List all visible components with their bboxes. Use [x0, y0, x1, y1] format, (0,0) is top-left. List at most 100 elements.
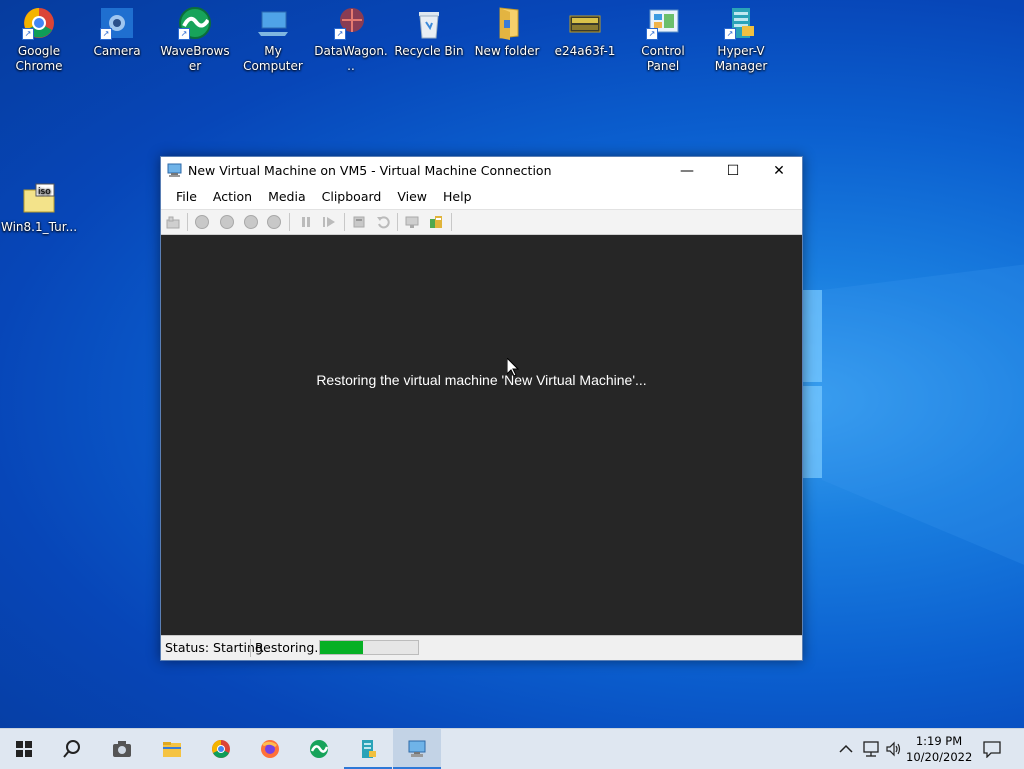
search-icon [63, 740, 80, 758]
menu-action[interactable]: Action [205, 185, 260, 204]
title-bar[interactable]: New Virtual Machine on VM5 - Virtual Mac… [161, 157, 802, 185]
desktop-icon-label: Win8.1_Tur... [1, 220, 78, 234]
menu-file[interactable]: File [168, 185, 205, 204]
hyperv-manager-icon: ↗ [724, 6, 758, 40]
firefox-icon [261, 740, 279, 758]
toolbar-separator [344, 213, 345, 231]
shortcut-arrow-icon: ↗ [100, 28, 112, 40]
taskbar-camera[interactable] [98, 729, 146, 769]
shortcut-arrow-icon: ↗ [724, 28, 736, 40]
restoring-message: Restoring the virtual machine 'New Virtu… [316, 372, 647, 388]
desktop-icon-my-computer[interactable]: My Computer [235, 0, 311, 74]
ctrl-alt-del-icon[interactable] [166, 215, 180, 229]
desktop-icon-wavebrowser[interactable]: ↗ WaveBrowser [157, 0, 233, 74]
shortcut-arrow-icon: ↗ [22, 28, 34, 40]
desktop-icon-google-chrome[interactable]: ↗ Google Chrome [1, 0, 77, 74]
desktop-icon-hyperv-manager[interactable]: ↗ Hyper-V Manager [703, 0, 779, 74]
volume-icon[interactable] [885, 740, 903, 758]
taskbar-firefox[interactable] [246, 729, 294, 769]
recycle-bin-icon [412, 6, 446, 40]
taskbar-wavebrowser[interactable] [295, 729, 343, 769]
window-title: New Virtual Machine on VM5 - Virtual Mac… [188, 163, 552, 178]
close-button[interactable]: ✕ [756, 157, 802, 185]
maximize-button[interactable]: ☐ [710, 157, 756, 185]
vm-display[interactable]: Restoring the virtual machine 'New Virtu… [161, 235, 802, 636]
share-icon[interactable] [429, 215, 443, 229]
menu-help[interactable]: Help [435, 185, 480, 204]
menu-clipboard[interactable]: Clipboard [314, 185, 390, 204]
image-file-icon [568, 6, 602, 40]
minimize-button[interactable]: — [664, 157, 710, 185]
chrome-icon [212, 740, 230, 758]
wavebrowser-icon: ↗ [178, 6, 212, 40]
datawagon-icon: ↗ [334, 6, 368, 40]
restore-progress-bar [319, 640, 419, 655]
desktop-icon-label: Hyper-V Manager [714, 44, 768, 73]
vm-connection-icon [167, 163, 182, 177]
taskbar-clock[interactable]: 1:19 PM 10/20/2022 [906, 733, 972, 765]
hyperv-manager-icon [362, 740, 376, 758]
desktop-icon-camera[interactable]: ↗ Camera [79, 0, 155, 59]
desktop-icon-label: My Computer [243, 44, 303, 73]
camera-icon: ↗ [100, 6, 134, 40]
desktop-icon-label: Camera [93, 44, 141, 58]
search-button[interactable] [48, 729, 96, 769]
iso-file-icon: iso [22, 182, 56, 216]
progress-fill [320, 641, 364, 654]
taskbar-hyperv-manager[interactable] [344, 729, 392, 769]
desktop-icon-e24a63f-1[interactable]: e24a63f-1 [547, 0, 623, 59]
taskbar-chrome[interactable] [197, 729, 245, 769]
shutdown-icon[interactable] [244, 215, 258, 229]
svg-text:iso: iso [38, 187, 51, 197]
desktop-icon-label: Google Chrome [15, 44, 63, 73]
checkpoint-icon[interactable] [352, 215, 366, 229]
status-bar: Status: Starting Restoring... [161, 635, 802, 660]
control-panel-icon: ↗ [646, 6, 680, 40]
clock-time: 1:19 PM [915, 734, 963, 748]
desktop-icon-label: Recycle Bin [394, 44, 464, 58]
show-hidden-icons-chevron-up-icon[interactable] [838, 741, 854, 757]
reset-icon[interactable] [322, 215, 336, 229]
desktop-icon-win81-iso[interactable]: iso Win8.1_Tur... [1, 176, 77, 235]
notifications-icon[interactable] [982, 740, 1002, 758]
desktop-icon-recycle-bin[interactable]: Recycle Bin [391, 0, 467, 59]
start-icon[interactable] [195, 215, 209, 229]
taskbar: 1:19 PM 10/20/2022 [0, 728, 1024, 769]
desktop-icon-datawagon[interactable]: ↗ DataWagon... [313, 0, 389, 74]
computer-icon [256, 6, 290, 40]
taskbar-file-explorer[interactable] [148, 729, 196, 769]
desktop-icon-new-folder[interactable]: New folder [469, 0, 545, 59]
toolbar [161, 209, 802, 235]
shortcut-arrow-icon: ↗ [334, 28, 346, 40]
save-icon[interactable] [267, 215, 281, 229]
taskbar-vm-connection[interactable] [393, 729, 441, 769]
camera-icon [113, 741, 131, 757]
folder-icon [490, 6, 524, 40]
menu-media[interactable]: Media [260, 185, 314, 204]
pause-icon[interactable] [299, 215, 313, 229]
desktop-icon-label: Control Panel [641, 44, 685, 73]
toolbar-separator [289, 213, 290, 231]
chrome-icon: ↗ [22, 6, 56, 40]
toolbar-separator [451, 213, 452, 231]
windows-logo-wallpaper [802, 290, 824, 480]
clock-date: 10/20/2022 [906, 750, 973, 764]
start-button[interactable] [0, 729, 48, 769]
vm-connection-icon [408, 740, 426, 757]
windows-start-icon [16, 741, 32, 757]
enhanced-session-icon[interactable] [405, 215, 419, 229]
folder-icon [163, 742, 181, 757]
wavebrowser-icon [310, 740, 329, 758]
shortcut-arrow-icon: ↗ [646, 28, 658, 40]
turn-off-icon[interactable] [220, 215, 234, 229]
menu-view[interactable]: View [389, 185, 435, 204]
network-icon[interactable] [862, 740, 880, 758]
vm-connection-window[interactable]: New Virtual Machine on VM5 - Virtual Mac… [160, 156, 803, 661]
desktop-icon-label: e24a63f-1 [554, 44, 616, 58]
desktop-icon-control-panel[interactable]: ↗ Control Panel [625, 0, 701, 74]
revert-icon[interactable] [376, 215, 390, 229]
shortcut-arrow-icon: ↗ [178, 28, 190, 40]
mouse-cursor-icon [507, 358, 519, 377]
menu-bar: File Action Media Clipboard View Help [161, 185, 802, 209]
status-divider [250, 639, 251, 657]
